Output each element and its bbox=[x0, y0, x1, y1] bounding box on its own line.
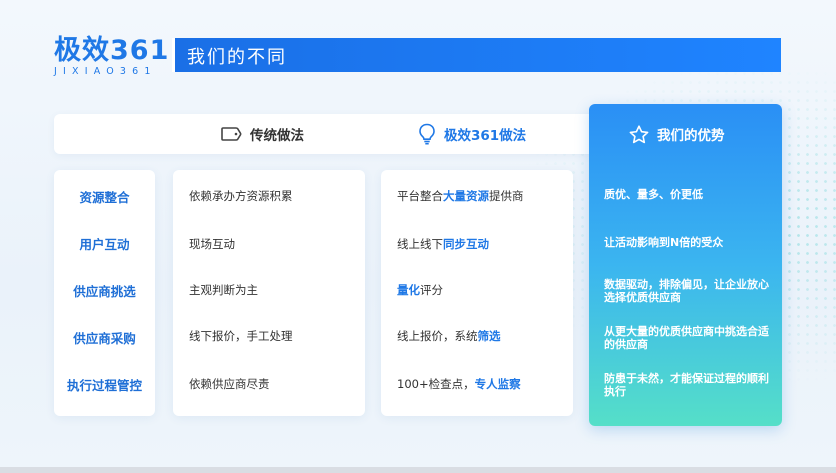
title-bar: 我们的不同 bbox=[172, 38, 781, 72]
traditional-card: 依赖承办方资源积累 现场互动 主观判断为主 线下报价，手工处理 依赖供应商尽责 bbox=[173, 170, 365, 416]
logo-sub-text: JIXIAO361 bbox=[54, 66, 157, 77]
advantage-card: 我们的优势 质优、量多、价更低 让活动影响到N倍的受众 数据驱动，排除偏见，让企… bbox=[589, 104, 782, 426]
category-label: 执行过程管控 bbox=[66, 378, 142, 393]
advantage-text: 质优、量多、价更低 bbox=[604, 188, 703, 201]
jixiao-cell: 平台整合大量资源提供商 bbox=[397, 188, 524, 204]
traditional-cell: 依赖供应商尽责 bbox=[189, 377, 270, 391]
star-icon bbox=[629, 124, 649, 143]
header-traditional-label: 传统做法 bbox=[250, 128, 304, 144]
jixiao-cell: 100+检查点，专人监察 bbox=[397, 376, 521, 392]
cell-highlight: 筛选 bbox=[477, 329, 501, 343]
cell-highlight: 量化 bbox=[397, 283, 420, 297]
cell-highlight: 专人监察 bbox=[474, 377, 521, 391]
header-traditional: 传统做法 bbox=[220, 124, 304, 144]
lightbulb-icon bbox=[419, 123, 435, 145]
page-title: 我们的不同 bbox=[187, 47, 287, 68]
advantage-text: 数据驱动，排除偏见，让企业放心选择优质供应商 bbox=[604, 278, 769, 304]
traditional-cell: 主观判断为主 bbox=[189, 283, 258, 297]
jixiao-cell: 线上报价，系统筛选 bbox=[397, 328, 501, 344]
bottom-bar bbox=[0, 467, 836, 473]
jixiao-cell: 量化评分 bbox=[397, 282, 443, 298]
advantage-text: 让活动影响到N倍的受众 bbox=[604, 236, 724, 249]
cell-text: 提供商 bbox=[489, 189, 524, 203]
logo: 极效361 JIXIAO361 bbox=[54, 35, 170, 78]
jixiao-cell: 线上线下同步互动 bbox=[397, 236, 489, 252]
header-jixiao: 极效361做法 bbox=[418, 123, 527, 145]
category-label: 用户互动 bbox=[79, 237, 130, 252]
jixiao-card: 平台整合大量资源提供商 线上线下同步互动 量化评分 线上报价，系统筛选 100+… bbox=[381, 170, 573, 416]
advantage-text: 防患于未然，才能保证过程的顺利执行 bbox=[604, 372, 769, 398]
cell-highlight: 大量资源 bbox=[443, 189, 489, 203]
cell-highlight: 同步互动 bbox=[443, 237, 489, 251]
traditional-cell: 依赖承办方资源积累 bbox=[189, 189, 293, 203]
category-label: 资源整合 bbox=[79, 190, 130, 205]
advantage-text: 从更大量的优质供应商中挑选合适的供应商 bbox=[604, 325, 769, 351]
cell-text: 评分 bbox=[420, 283, 443, 297]
header-advantage-label: 我们的优势 bbox=[657, 128, 725, 144]
header-advantage: 我们的优势 bbox=[629, 124, 725, 144]
traditional-cell: 现场互动 bbox=[189, 237, 235, 251]
category-label: 供应商挑选 bbox=[73, 284, 136, 299]
cell-text: 平台整合 bbox=[397, 189, 443, 203]
logo-main-text: 极效361 bbox=[54, 35, 170, 66]
category-card: 资源整合 用户互动 供应商挑选 供应商采购 执行过程管控 bbox=[54, 170, 155, 416]
cell-text: 100+检查点， bbox=[397, 377, 475, 391]
header-jixiao-label: 极效361做法 bbox=[444, 128, 527, 144]
traditional-cell: 线下报价，手工处理 bbox=[189, 329, 293, 343]
cell-text: 线上报价，系统 bbox=[397, 329, 478, 343]
column-header: 传统做法 极效361做法 bbox=[54, 114, 614, 154]
tag-icon bbox=[221, 127, 242, 141]
slide: 极效361 JIXIAO361 我们的不同 传统做法 极效361做法 资源整合 … bbox=[0, 0, 836, 473]
category-label: 供应商采购 bbox=[73, 331, 136, 346]
cell-text: 线上线下 bbox=[397, 237, 443, 251]
